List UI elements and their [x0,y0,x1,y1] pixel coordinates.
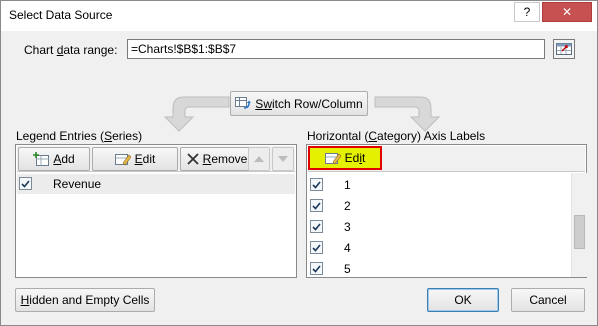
help-icon: ? [523,5,531,19]
range-selector-button[interactable] [553,39,575,59]
series-label: Revenue [53,177,102,191]
axis-labels-heading: Horizontal (Category) Axis Labels [307,129,486,143]
remove-series-button[interactable]: Remove [180,147,254,171]
close-button[interactable]: ✕ [542,2,592,22]
chart-data-range-label: Chart data range: [24,43,118,57]
edit-axis-labels-button[interactable]: Edit [308,146,382,170]
checkmark-icon [312,243,321,252]
arrow-down-icon [278,156,288,162]
category-checkbox[interactable] [310,199,323,212]
checkmark-icon [312,201,321,210]
category-label: 3 [344,220,351,234]
category-checkbox[interactable] [310,262,323,275]
edit-series-button[interactable]: Edit [92,147,178,171]
left-curved-arrow-icon [163,96,230,132]
category-label: 4 [344,241,351,255]
legend-entries-panel: Add Edit Remove Revenue [15,144,297,278]
switch-icon [235,96,252,109]
help-button[interactable]: ? [514,2,540,22]
legend-entries-heading: Legend Entries (Series) [16,129,143,143]
series-checkbox[interactable] [19,177,32,190]
switch-row-column-button[interactable]: Switch Row/Column [230,91,368,116]
category-checkbox[interactable] [310,178,323,191]
add-series-button[interactable]: Add [18,147,90,171]
move-up-button[interactable] [248,147,270,171]
close-icon: ✕ [561,5,573,19]
window-title: Select Data Source [9,8,113,22]
add-icon [33,152,50,166]
category-checkbox[interactable] [310,220,323,233]
checkmark-icon [312,180,321,189]
checkmark-icon [21,179,30,188]
select-data-source-dialog: Select Data Source ? ✕ Chart data range:… [0,0,598,326]
category-label: 1 [344,178,351,192]
chart-data-range-input[interactable]: =Charts!$B$1:$B$7 [127,39,545,59]
list-item[interactable]: 1 [308,175,570,195]
edit-icon [114,154,131,166]
arrow-up-icon [254,156,264,162]
cancel-button[interactable]: Cancel [511,288,585,312]
list-item[interactable]: 4 [308,238,570,258]
ok-button[interactable]: OK [427,288,499,312]
hidden-empty-cells-button[interactable]: Hidden and Empty Cells [15,288,155,312]
title-bar: Select Data Source ? ✕ [1,1,597,31]
list-item[interactable]: 5 [308,259,570,277]
checkmark-icon [312,264,321,273]
category-label: 2 [344,199,351,213]
scroll-thumb[interactable] [574,215,585,249]
category-label: 5 [344,262,351,276]
remove-icon [187,153,199,165]
axis-list-scrollbar[interactable] [571,173,587,277]
range-selector-icon [556,43,572,55]
edit-icon [324,153,341,165]
checkmark-icon [312,222,321,231]
move-down-button[interactable] [272,147,294,171]
category-checkbox[interactable] [310,241,323,254]
list-item[interactable]: Revenue [17,174,295,194]
list-item[interactable]: 2 [308,196,570,216]
right-curved-arrow-icon [374,96,441,132]
list-item[interactable]: 3 [308,217,570,237]
